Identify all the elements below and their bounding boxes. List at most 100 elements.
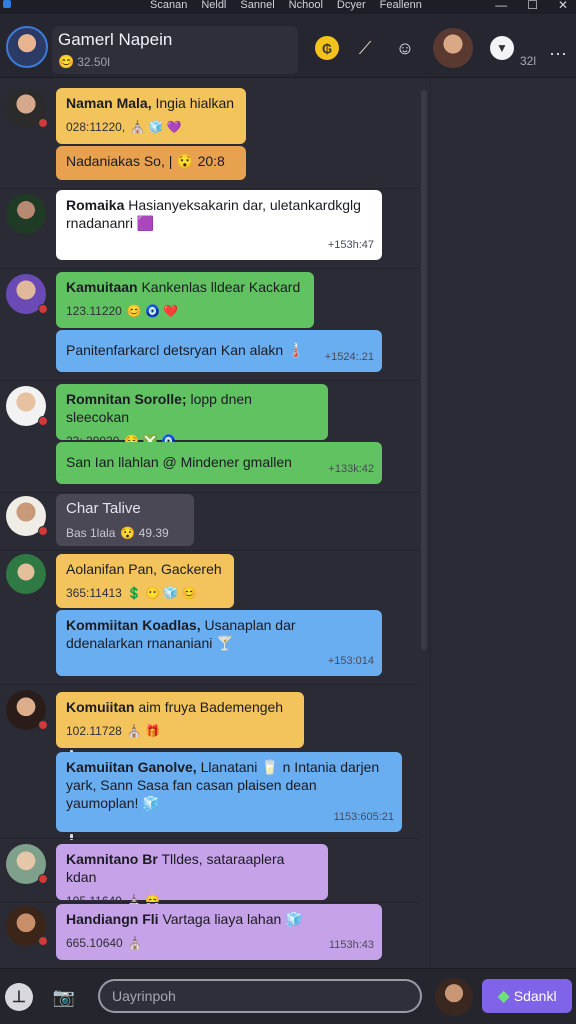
message-input[interactable] bbox=[98, 979, 422, 1013]
status-text: 32.50l bbox=[77, 55, 110, 69]
coin-icon[interactable]: ₲ bbox=[315, 36, 339, 60]
more-icon[interactable]: ⋯ bbox=[549, 44, 568, 65]
message-meta: 028:11220, bbox=[66, 120, 126, 134]
status-badge bbox=[38, 304, 48, 314]
message-time: +1524:.21 bbox=[324, 351, 374, 363]
scrollbar[interactable] bbox=[421, 90, 427, 650]
message-bubble[interactable]: Kamuitaan Kankenlas lldear Kackard 123.1… bbox=[56, 272, 314, 328]
avatar[interactable] bbox=[6, 274, 48, 314]
message-bubble[interactable]: Romaika Hasianyeksakarin dar, uletankard… bbox=[56, 190, 382, 260]
message-time: 1153h:43 bbox=[328, 939, 374, 951]
chat-header: Gamerl Napein 😊 32.50l ₲ ⟋ ☺ ▼ 32l ⋯ bbox=[0, 14, 576, 78]
message-bubble[interactable]: San Ian llahlan @ Mindener gmallen +133k… bbox=[56, 442, 382, 484]
reply-connector bbox=[70, 834, 73, 840]
send-button[interactable]: ◆ Sdankl bbox=[482, 979, 572, 1013]
message-meta: 102.11728 bbox=[66, 724, 122, 738]
minimize-icon[interactable]: — bbox=[495, 0, 507, 12]
reaction-emojis: ⛪ 🧊 💜 bbox=[130, 120, 182, 134]
member-count: 32l bbox=[520, 54, 537, 68]
os-menu-item[interactable]: Feallenn bbox=[380, 0, 422, 11]
divider bbox=[0, 268, 420, 269]
side-pane bbox=[430, 79, 576, 969]
os-menu-item[interactable]: Nchool bbox=[289, 0, 323, 11]
avatar[interactable] bbox=[6, 88, 48, 128]
sender-name: Aolanifan Pan, bbox=[66, 561, 158, 577]
message-bubble[interactable]: Nadaniakas So, | 😯 20:8 bbox=[56, 146, 246, 180]
sender-name: Kamuiitan Ganolve, bbox=[66, 759, 197, 775]
status-badge bbox=[38, 526, 48, 536]
status-badge bbox=[38, 720, 48, 730]
group-avatar[interactable] bbox=[6, 26, 48, 68]
message-bubble[interactable]: Komuiitan aim fruya Bademengeh 102.11728… bbox=[56, 692, 304, 748]
message-list: Naman Mala, Ingia hialkan 028:11220, ⛪ 🧊 … bbox=[0, 80, 420, 966]
avatar[interactable] bbox=[6, 496, 48, 536]
message-bubble[interactable]: Handiangn Fli Vartaga liaya lahan 🧊 665.… bbox=[56, 904, 382, 960]
sender-name: Kamuitaan bbox=[66, 279, 138, 295]
message-text: Nadaniakas So, | bbox=[66, 153, 173, 169]
message-text: San Ian llahlan @ Mindener gmallen bbox=[66, 454, 292, 470]
reaction-emojis: 💲 😶 🧊 😊 bbox=[126, 586, 197, 600]
message-time: +133k:42 bbox=[328, 463, 374, 475]
message-bubble[interactable]: Char Talive Bas 1lala 😯 49.39 bbox=[56, 494, 194, 546]
message-bubble[interactable]: Kamuiitan Ganolve, Llanatani 🥛 n Intania… bbox=[56, 752, 402, 832]
camera-icon[interactable]: 📷 bbox=[50, 983, 78, 1011]
divider bbox=[0, 492, 420, 493]
window-controls: — ☐ ✕ bbox=[495, 0, 568, 12]
sender-name: Romnitan Sorolle; bbox=[66, 391, 187, 407]
message-text: Kankenlas lldear Kackard bbox=[141, 279, 301, 295]
message-bubble[interactable]: Kommiitan Koadlas, Usanaplan dar ddenala… bbox=[56, 610, 382, 676]
avatar[interactable] bbox=[6, 194, 46, 234]
reaction-emojis: 😯 20:8 bbox=[176, 153, 225, 169]
reaction-emojis: 😯 49.39 bbox=[120, 526, 169, 540]
divider bbox=[0, 838, 420, 839]
chat-title: Gamerl Napein bbox=[58, 30, 173, 49]
os-menu: Scanan Neldl Sannel Nchool Dcyer Feallen… bbox=[150, 0, 422, 11]
os-menu-item[interactable]: Sannel bbox=[240, 0, 274, 11]
message-text: Panitenfarkarcl detsryan Kan alakn 🌡️ bbox=[66, 342, 305, 358]
sender-name: Kamnitano Br bbox=[66, 851, 158, 867]
message-meta: 123.11220 bbox=[66, 304, 122, 318]
status-badge bbox=[38, 936, 48, 946]
chat-app-window: Scanan Neldl Sannel Nchool Dcyer Feallen… bbox=[0, 0, 576, 1024]
avatar[interactable] bbox=[6, 906, 48, 946]
wand-icon[interactable]: ⟋ bbox=[353, 36, 377, 60]
sender-name: Naman Mala, bbox=[66, 95, 152, 111]
chevron-down-icon[interactable]: ▼ bbox=[490, 36, 514, 60]
sender-name: Komuiitan bbox=[66, 699, 135, 715]
avatar[interactable] bbox=[6, 690, 48, 730]
user-avatar[interactable] bbox=[433, 28, 473, 68]
close-icon[interactable]: ✕ bbox=[558, 0, 568, 12]
message-bubble[interactable]: Romnitan Sorolle; lopp dnen sleecokan 23… bbox=[56, 384, 328, 448]
message-bubble[interactable]: Aolanifan Pan, Gackereh 365:11413 💲 😶 🧊 😊 bbox=[56, 554, 234, 608]
reaction-emojis: 😊 🧿 ❤️ bbox=[126, 304, 179, 318]
reaction-emojis: ⛪ 🎁 bbox=[126, 724, 161, 738]
os-menu-item[interactable]: Dcyer bbox=[337, 0, 366, 11]
message-time: +153h:47 bbox=[327, 239, 374, 251]
avatar[interactable] bbox=[6, 386, 48, 426]
avatar[interactable] bbox=[6, 844, 48, 884]
status-badge bbox=[38, 874, 48, 884]
status-badge bbox=[38, 416, 48, 426]
attach-icon[interactable]: ⊥ bbox=[5, 983, 33, 1011]
message-bubble[interactable]: Kamnitano Br Tlldes, sataraaplera kdan 1… bbox=[56, 844, 328, 908]
os-title-bar: Scanan Neldl Sannel Nchool Dcyer Feallen… bbox=[0, 0, 576, 14]
message-text: Vartaga liaya lahan 🧊 bbox=[162, 911, 303, 927]
maximize-icon[interactable]: ☐ bbox=[527, 0, 538, 12]
divider bbox=[0, 550, 420, 551]
message-composer: ⊥ 📷 ◆ Sdankl bbox=[0, 968, 576, 1024]
os-menu-item[interactable]: Scanan bbox=[150, 0, 187, 11]
os-menu-item[interactable]: Neldl bbox=[201, 0, 226, 11]
message-text: Ingia hialkan bbox=[155, 95, 235, 111]
message-text: aim fruya Bademengeh bbox=[138, 699, 284, 715]
reaction-icon[interactable]: ☺ bbox=[393, 36, 417, 60]
status-emoji: 😊 bbox=[58, 54, 75, 69]
message-time: 1153:605:21 bbox=[333, 811, 394, 823]
divider bbox=[0, 380, 420, 381]
avatar[interactable] bbox=[6, 554, 46, 594]
message-bubble[interactable]: Panitenfarkarcl detsryan Kan alakn 🌡️ +1… bbox=[56, 330, 382, 372]
message-bubble[interactable]: Naman Mala, Ingia hialkan 028:11220, ⛪ 🧊 … bbox=[56, 88, 246, 144]
reaction-emojis: ⛪ bbox=[127, 936, 143, 950]
my-avatar[interactable] bbox=[435, 978, 473, 1016]
message-meta: Bas 1lala bbox=[66, 526, 116, 540]
divider bbox=[0, 684, 420, 685]
